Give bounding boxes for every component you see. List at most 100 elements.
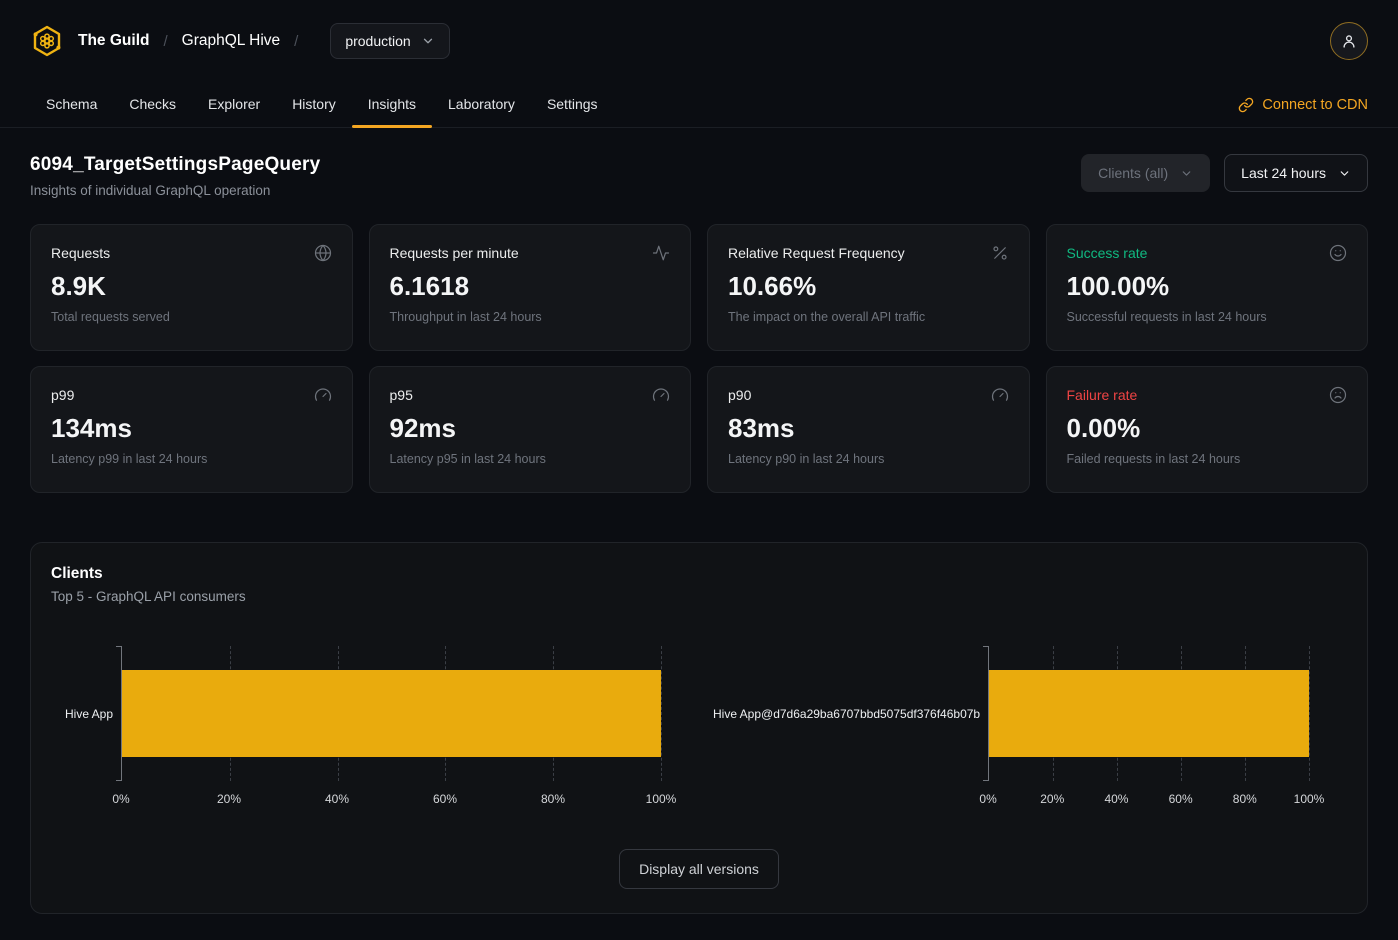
- gauge-icon: [991, 386, 1009, 404]
- environment-selector[interactable]: production: [330, 23, 449, 59]
- stat-value: 92ms: [390, 413, 671, 444]
- stat-description: The impact on the overall API traffic: [728, 310, 1009, 324]
- chart-category-label: Hive App@d7d6a29ba6707bbd5075df376f46b07…: [699, 707, 988, 721]
- tab-checks[interactable]: Checks: [113, 82, 192, 127]
- chevron-down-icon: [421, 34, 435, 48]
- x-tick-label: 80%: [541, 792, 565, 806]
- tab-laboratory[interactable]: Laboratory: [432, 82, 531, 127]
- x-tick-label: 100%: [646, 792, 677, 806]
- chart-category-label: Hive App: [51, 707, 121, 721]
- top-bar: The Guild / GraphQL Hive / production: [0, 0, 1398, 82]
- chart-plot-area: [988, 646, 1309, 781]
- stat-description: Failed requests in last 24 hours: [1067, 452, 1348, 466]
- page-subtitle: Insights of individual GraphQL operation: [30, 183, 320, 198]
- stat-value: 134ms: [51, 413, 332, 444]
- environment-selector-label: production: [345, 33, 410, 49]
- tab-explorer[interactable]: Explorer: [192, 82, 276, 127]
- stat-description: Total requests served: [51, 310, 332, 324]
- tab-insights[interactable]: Insights: [352, 82, 432, 127]
- x-tick-label: 80%: [1233, 792, 1257, 806]
- stat-card-p90: p90 83ms Latency p90 in last 24 hours: [707, 366, 1030, 493]
- client-usage-bar[interactable]: [989, 670, 1309, 757]
- stat-label: p99: [51, 387, 74, 403]
- stat-value: 100.00%: [1067, 271, 1348, 302]
- x-tick-label: 60%: [1169, 792, 1193, 806]
- stat-description: Successful requests in last 24 hours: [1067, 310, 1348, 324]
- stat-description: Latency p99 in last 24 hours: [51, 452, 332, 466]
- stat-card-p99: p99 134ms Latency p99 in last 24 hours: [30, 366, 353, 493]
- breadcrumb-project[interactable]: GraphQL Hive: [182, 32, 281, 50]
- gauge-icon: [314, 386, 332, 404]
- page-title: 6094_TargetSettingsPageQuery: [30, 154, 320, 176]
- x-tick-label: 0%: [979, 792, 996, 806]
- stat-description: Latency p95 in last 24 hours: [390, 452, 671, 466]
- activity-icon: [652, 244, 670, 262]
- stat-label: Requests: [51, 245, 110, 261]
- stat-value: 8.9K: [51, 271, 332, 302]
- breadcrumb-org[interactable]: The Guild: [78, 32, 149, 50]
- smile-icon: [1329, 244, 1347, 262]
- chart-x-axis: 0%20%40%60%80%100%: [988, 781, 1309, 811]
- stats-grid: Requests 8.9K Total requests served Requ…: [30, 224, 1368, 493]
- connect-to-cdn-link[interactable]: Connect to CDN: [1238, 97, 1368, 113]
- clients-panel-subtitle: Top 5 - GraphQL API consumers: [51, 589, 1347, 604]
- user-icon: [1340, 32, 1358, 50]
- page-header: 6094_TargetSettingsPageQuery Insights of…: [30, 154, 1368, 198]
- x-tick-label: 0%: [112, 792, 129, 806]
- clients-bar-chart: Hive App 0% 20% 40% 60% 80% 100%: [51, 646, 699, 811]
- client-charts: Hive App 0% 20% 40% 60% 80% 100% Hive App@d7d…: [51, 646, 1347, 811]
- connect-to-cdn-label: Connect to CDN: [1262, 97, 1368, 113]
- stat-value: 6.1618: [390, 271, 671, 302]
- period-filter-dropdown[interactable]: Last 24 hours: [1224, 154, 1368, 192]
- clients-panel-footer: Display all versions: [51, 849, 1347, 889]
- gauge-icon: [652, 386, 670, 404]
- x-tick-label: 40%: [325, 792, 349, 806]
- x-tick-label: 40%: [1104, 792, 1128, 806]
- frown-icon: [1329, 386, 1347, 404]
- x-tick-label: 60%: [433, 792, 457, 806]
- clients-filter-dropdown[interactable]: Clients (all): [1081, 154, 1210, 192]
- gridline: [1309, 646, 1310, 781]
- stat-label: Success rate: [1067, 245, 1148, 261]
- x-tick-label: 100%: [1294, 792, 1325, 806]
- clients-panel: Clients Top 5 - GraphQL API consumers Hi…: [30, 542, 1368, 914]
- user-menu-button[interactable]: [1330, 22, 1368, 60]
- clients-filter-label: Clients (all): [1098, 165, 1168, 181]
- period-filter-label: Last 24 hours: [1241, 165, 1326, 181]
- tab-history[interactable]: History: [276, 82, 352, 127]
- stat-card-success-rate: Success rate 100.00% Successful requests…: [1046, 224, 1369, 351]
- chart-plot-area: [121, 646, 661, 781]
- breadcrumb-separator: /: [294, 33, 298, 50]
- chevron-down-icon: [1180, 167, 1193, 180]
- x-tick-label: 20%: [217, 792, 241, 806]
- stat-label: Relative Request Frequency: [728, 245, 905, 261]
- gridline: [661, 646, 662, 781]
- clients-panel-title: Clients: [51, 565, 1347, 583]
- stat-card-rpm: Requests per minute 6.1618 Throughput in…: [369, 224, 692, 351]
- stat-value: 0.00%: [1067, 413, 1348, 444]
- stat-value: 83ms: [728, 413, 1009, 444]
- stat-label: p95: [390, 387, 413, 403]
- display-all-versions-button[interactable]: Display all versions: [619, 849, 779, 889]
- stat-card-failure-rate: Failure rate 0.00% Failed requests in la…: [1046, 366, 1369, 493]
- stat-card-requests: Requests 8.9K Total requests served: [30, 224, 353, 351]
- globe-icon: [314, 244, 332, 262]
- client-versions-bar-chart: Hive App@d7d6a29ba6707bbd5075df376f46b07…: [699, 646, 1347, 811]
- filters: Clients (all) Last 24 hours: [1081, 154, 1368, 192]
- client-usage-bar[interactable]: [122, 670, 661, 757]
- stat-label: p90: [728, 387, 751, 403]
- x-tick-label: 20%: [1040, 792, 1064, 806]
- breadcrumb-separator: /: [163, 33, 167, 50]
- stat-description: Throughput in last 24 hours: [390, 310, 671, 324]
- hive-logo-icon[interactable]: [30, 24, 64, 58]
- chevron-down-icon: [1338, 167, 1351, 180]
- stat-label: Failure rate: [1067, 387, 1138, 403]
- insights-page: 6094_TargetSettingsPageQuery Insights of…: [0, 128, 1398, 914]
- stat-label: Requests per minute: [390, 245, 519, 261]
- stat-description: Latency p90 in last 24 hours: [728, 452, 1009, 466]
- stat-card-p95: p95 92ms Latency p95 in last 24 hours: [369, 366, 692, 493]
- stat-card-relative-frequency: Relative Request Frequency 10.66% The im…: [707, 224, 1030, 351]
- tab-schema[interactable]: Schema: [30, 82, 113, 127]
- percent-icon: [991, 244, 1009, 262]
- tab-settings[interactable]: Settings: [531, 82, 614, 127]
